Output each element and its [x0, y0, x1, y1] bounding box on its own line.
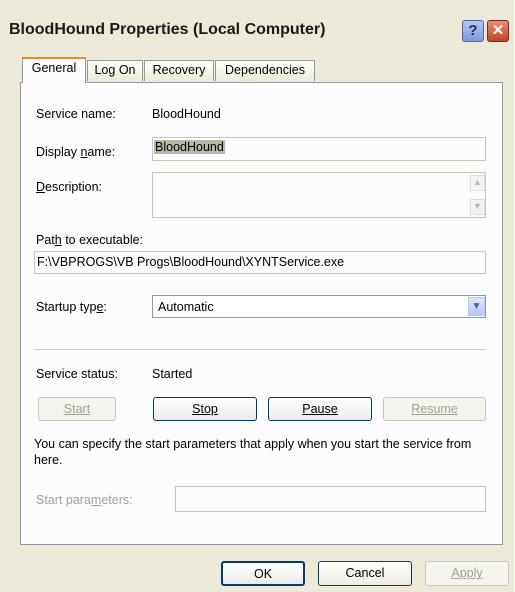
start-parameters-input[interactable]	[175, 486, 486, 512]
description-field[interactable]	[152, 172, 486, 218]
close-icon: ✕	[491, 22, 505, 39]
startup-type-value: Automatic	[158, 300, 214, 314]
start-parameters-label: Start parameters:	[36, 493, 133, 507]
resume-button[interactable]: Resume	[383, 397, 486, 421]
cancel-button[interactable]: Cancel	[318, 561, 412, 586]
apply-label: Apply	[451, 566, 483, 580]
help-button[interactable]: ?	[462, 20, 484, 42]
startup-type-select[interactable]: Automatic	[152, 295, 486, 318]
stop-label: Stop	[192, 402, 218, 416]
tab-label: Dependencies	[225, 63, 305, 77]
service-status-value: Started	[152, 367, 193, 381]
start-button[interactable]: Start	[38, 397, 116, 421]
apply-button[interactable]: Apply	[425, 561, 509, 586]
display-name-field[interactable]: BloodHound	[152, 137, 486, 161]
description-label: Description:	[36, 180, 103, 194]
ok-label: OK	[253, 567, 273, 581]
path-field: F:\VBPROGS\VB Progs\BloodHound\XYNTServi…	[34, 251, 486, 274]
start-parameters-info: You can specify the start parameters tha…	[34, 437, 472, 467]
start-label: Start	[63, 402, 91, 416]
window-title: BloodHound Properties (Local Computer)	[9, 21, 326, 38]
path-value: F:\VBPROGS\VB Progs\BloodHound\XYNTServi…	[37, 255, 345, 269]
tab-label: Log On	[94, 63, 136, 77]
chevron-up-icon[interactable]: ▲	[470, 175, 485, 191]
divider	[34, 349, 486, 351]
service-name-value: BloodHound	[152, 107, 221, 121]
path-label: Path to executable:	[36, 233, 144, 247]
service-status-label: Service status:	[36, 367, 118, 381]
pause-button[interactable]: Pause	[268, 397, 372, 421]
ok-button[interactable]: OK	[221, 561, 305, 586]
tab-dependencies[interactable]: Dependencies	[215, 60, 315, 81]
pause-label: Pause	[302, 402, 338, 416]
tab-log-on[interactable]: Log On	[87, 60, 143, 81]
stop-button[interactable]: Stop	[153, 397, 257, 421]
display-name-label: Display name:	[36, 145, 116, 159]
chevron-down-icon[interactable]: ▼	[468, 297, 485, 316]
resume-label: Resume	[411, 402, 458, 416]
service-name-label: Service name:	[36, 107, 116, 121]
question-icon: ?	[468, 22, 478, 39]
tab-general[interactable]: General	[22, 57, 86, 83]
tab-label: Recovery	[152, 63, 206, 77]
tab-recovery[interactable]: Recovery	[144, 60, 214, 81]
cancel-label: Cancel	[345, 566, 385, 580]
display-name-value: BloodHound	[154, 140, 225, 154]
startup-type-label: Startup type:	[36, 300, 107, 314]
chevron-down-icon[interactable]: ▼	[470, 199, 485, 215]
close-button[interactable]: ✕	[487, 20, 509, 42]
tab-label: General	[31, 61, 77, 75]
